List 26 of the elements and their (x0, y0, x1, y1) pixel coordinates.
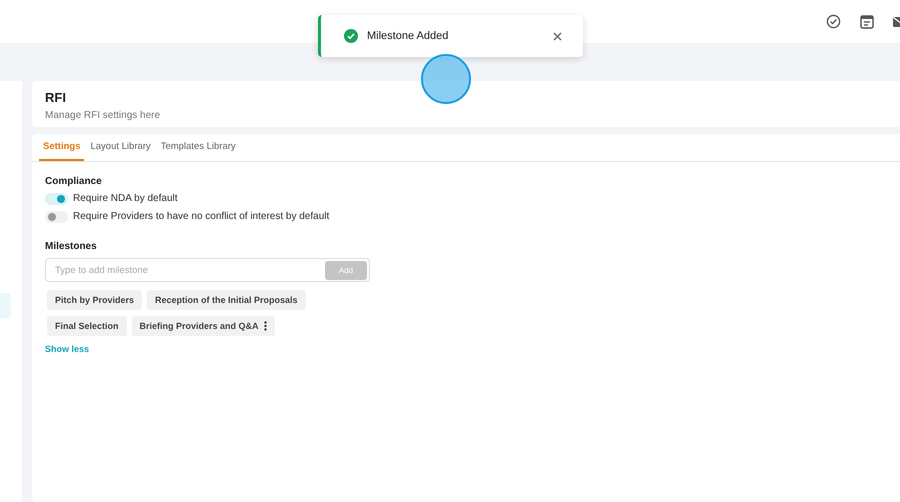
check-circle-icon[interactable] (826, 14, 841, 29)
more-icon[interactable] (264, 321, 267, 331)
close-icon[interactable] (553, 32, 562, 40)
page-title: RFI (45, 90, 67, 105)
section-title: Milestones (45, 241, 98, 252)
toast-message: Milestone Added (367, 30, 450, 42)
chip-label: Reception of the Initial Proposals (155, 295, 298, 305)
calendar-icon[interactable] (860, 14, 874, 29)
milestone-chip[interactable]: Briefing Providers and Q&A (132, 316, 275, 336)
chip-label: Final Selection (55, 321, 119, 331)
chip-label: Pitch by Providers (55, 295, 134, 305)
section-title: Compliance (45, 176, 103, 187)
page-subtitle: Manage RFI settings here (45, 110, 162, 121)
tab[interactable]: Settings (39, 141, 84, 161)
show-less-link[interactable]: Show less (45, 344, 90, 354)
tab[interactable]: Templates Library (156, 141, 240, 161)
toggle-label: Require NDA by default (73, 193, 178, 204)
milestone-chip[interactable]: Pitch by Providers (47, 290, 142, 310)
milestone-chip[interactable]: Final Selection (47, 316, 127, 336)
tab[interactable]: Layout Library (86, 141, 155, 161)
toggle-switch[interactable] (45, 210, 68, 222)
toggle-label: Require Providers to have no conflict of interest by default (73, 211, 330, 222)
chip-label: Briefing Providers and Q&A (140, 321, 259, 331)
toggle-switch[interactable] (45, 192, 68, 204)
milestone-chip[interactable]: Reception of the Initial Proposals (147, 290, 306, 310)
success-icon (344, 29, 358, 43)
